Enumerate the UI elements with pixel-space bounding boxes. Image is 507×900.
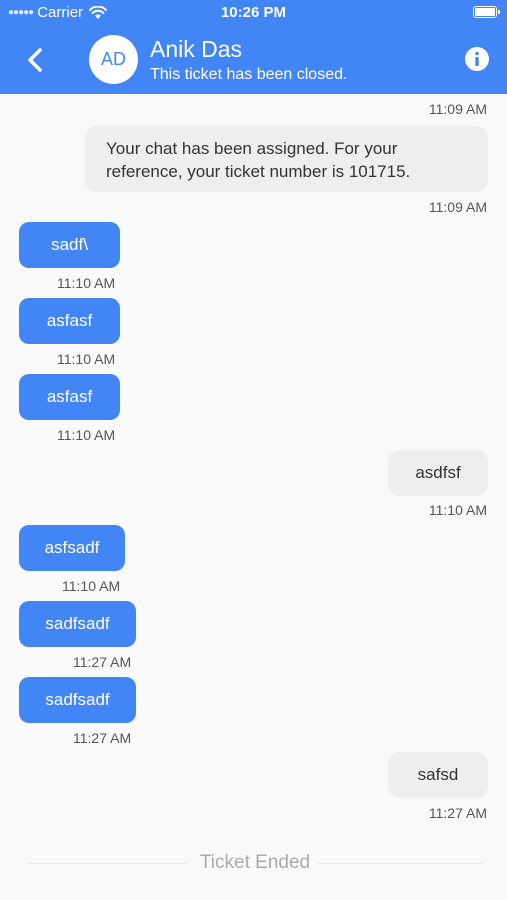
info-icon[interactable] bbox=[464, 46, 490, 72]
message-bubble-incoming: asfasf bbox=[19, 298, 120, 344]
message-bubble-incoming: sadfsadf bbox=[19, 601, 136, 647]
message-time: 11:27 AM bbox=[428, 805, 487, 821]
message-bubble-incoming: asfsadf bbox=[19, 525, 125, 571]
message-time: 11:27 AM bbox=[73, 730, 132, 746]
message-time: 11:27 AM bbox=[73, 654, 132, 670]
message-time: 11:09 AM bbox=[428, 199, 487, 215]
status-time: 10:26 PM bbox=[220, 4, 287, 21]
contact-name: Anik Das bbox=[150, 36, 243, 62]
message-time: 11:10 AM bbox=[57, 351, 116, 367]
message-bubble-incoming: asfasf bbox=[19, 374, 120, 420]
ticket-status: This ticket has been closed. bbox=[150, 66, 348, 83]
message-bubble-outgoing: safsd bbox=[388, 752, 488, 798]
message-time: 11:10 AM bbox=[57, 427, 116, 443]
message-time: 11:09 AM bbox=[428, 101, 487, 117]
status-bar: ●●●●● Carrier 10:26 PM bbox=[0, 0, 507, 26]
chat-header: ●●●●● Carrier 10:26 PM AD Anik Das This … bbox=[0, 0, 507, 94]
message-text-line: Your chat has been assigned. For your bbox=[106, 139, 398, 158]
message-time: 11:10 AM bbox=[428, 502, 487, 518]
battery-icon bbox=[473, 6, 500, 18]
message-bubble-incoming: sadf\ bbox=[19, 222, 120, 268]
ticket-ended-divider: Ticket Ended bbox=[27, 850, 483, 876]
back-chevron-icon[interactable] bbox=[20, 40, 52, 80]
message-time: 11:10 AM bbox=[57, 275, 116, 291]
ticket-ended-label: Ticket Ended bbox=[199, 852, 311, 873]
message-bubble-incoming: sadfsadf bbox=[19, 677, 136, 723]
message-bubble-outgoing: Your chat has been assigned. For your re… bbox=[85, 126, 488, 192]
message-time: 11:10 AM bbox=[62, 578, 121, 594]
message-text-line: reference, your ticket number is 101715. bbox=[106, 162, 411, 181]
message-bubble-outgoing: asdfsf bbox=[388, 450, 488, 496]
avatar: AD bbox=[89, 35, 138, 84]
